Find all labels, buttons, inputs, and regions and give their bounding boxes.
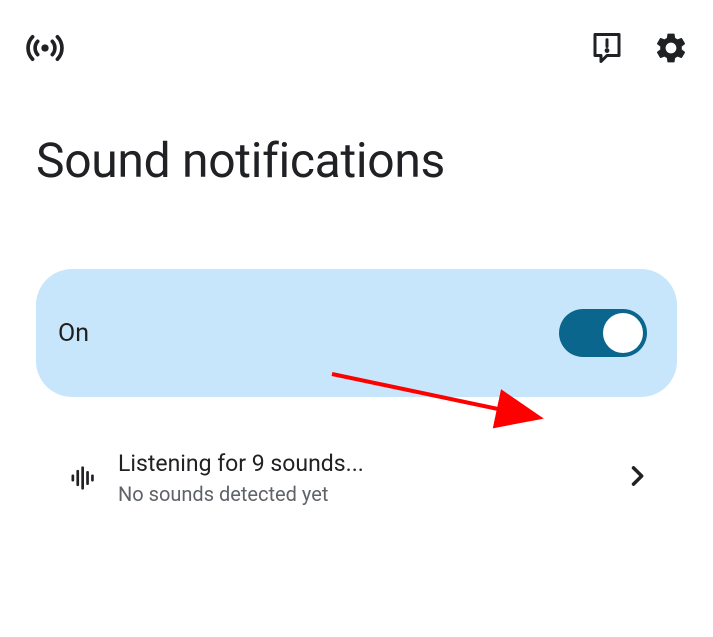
header-left bbox=[24, 27, 66, 73]
master-toggle-card: On bbox=[36, 269, 677, 397]
sound-bars-icon bbox=[68, 464, 108, 492]
listening-title: Listening for 9 sounds... bbox=[118, 449, 623, 479]
broadcast-icon[interactable] bbox=[24, 27, 66, 73]
toggle-switch-thumb bbox=[603, 313, 643, 353]
page-title: Sound notifications bbox=[0, 72, 713, 209]
toggle-switch[interactable] bbox=[559, 309, 647, 357]
listening-texts: Listening for 9 sounds... No sounds dete… bbox=[108, 449, 623, 508]
app-header bbox=[0, 0, 713, 72]
listening-subtitle: No sounds detected yet bbox=[118, 481, 623, 508]
toggle-label: On bbox=[58, 319, 89, 348]
gear-icon[interactable] bbox=[653, 30, 689, 70]
chevron-right-icon bbox=[623, 462, 661, 494]
listening-row[interactable]: Listening for 9 sounds... No sounds dete… bbox=[36, 431, 677, 526]
feedback-icon[interactable] bbox=[589, 30, 625, 70]
header-right bbox=[589, 30, 689, 70]
